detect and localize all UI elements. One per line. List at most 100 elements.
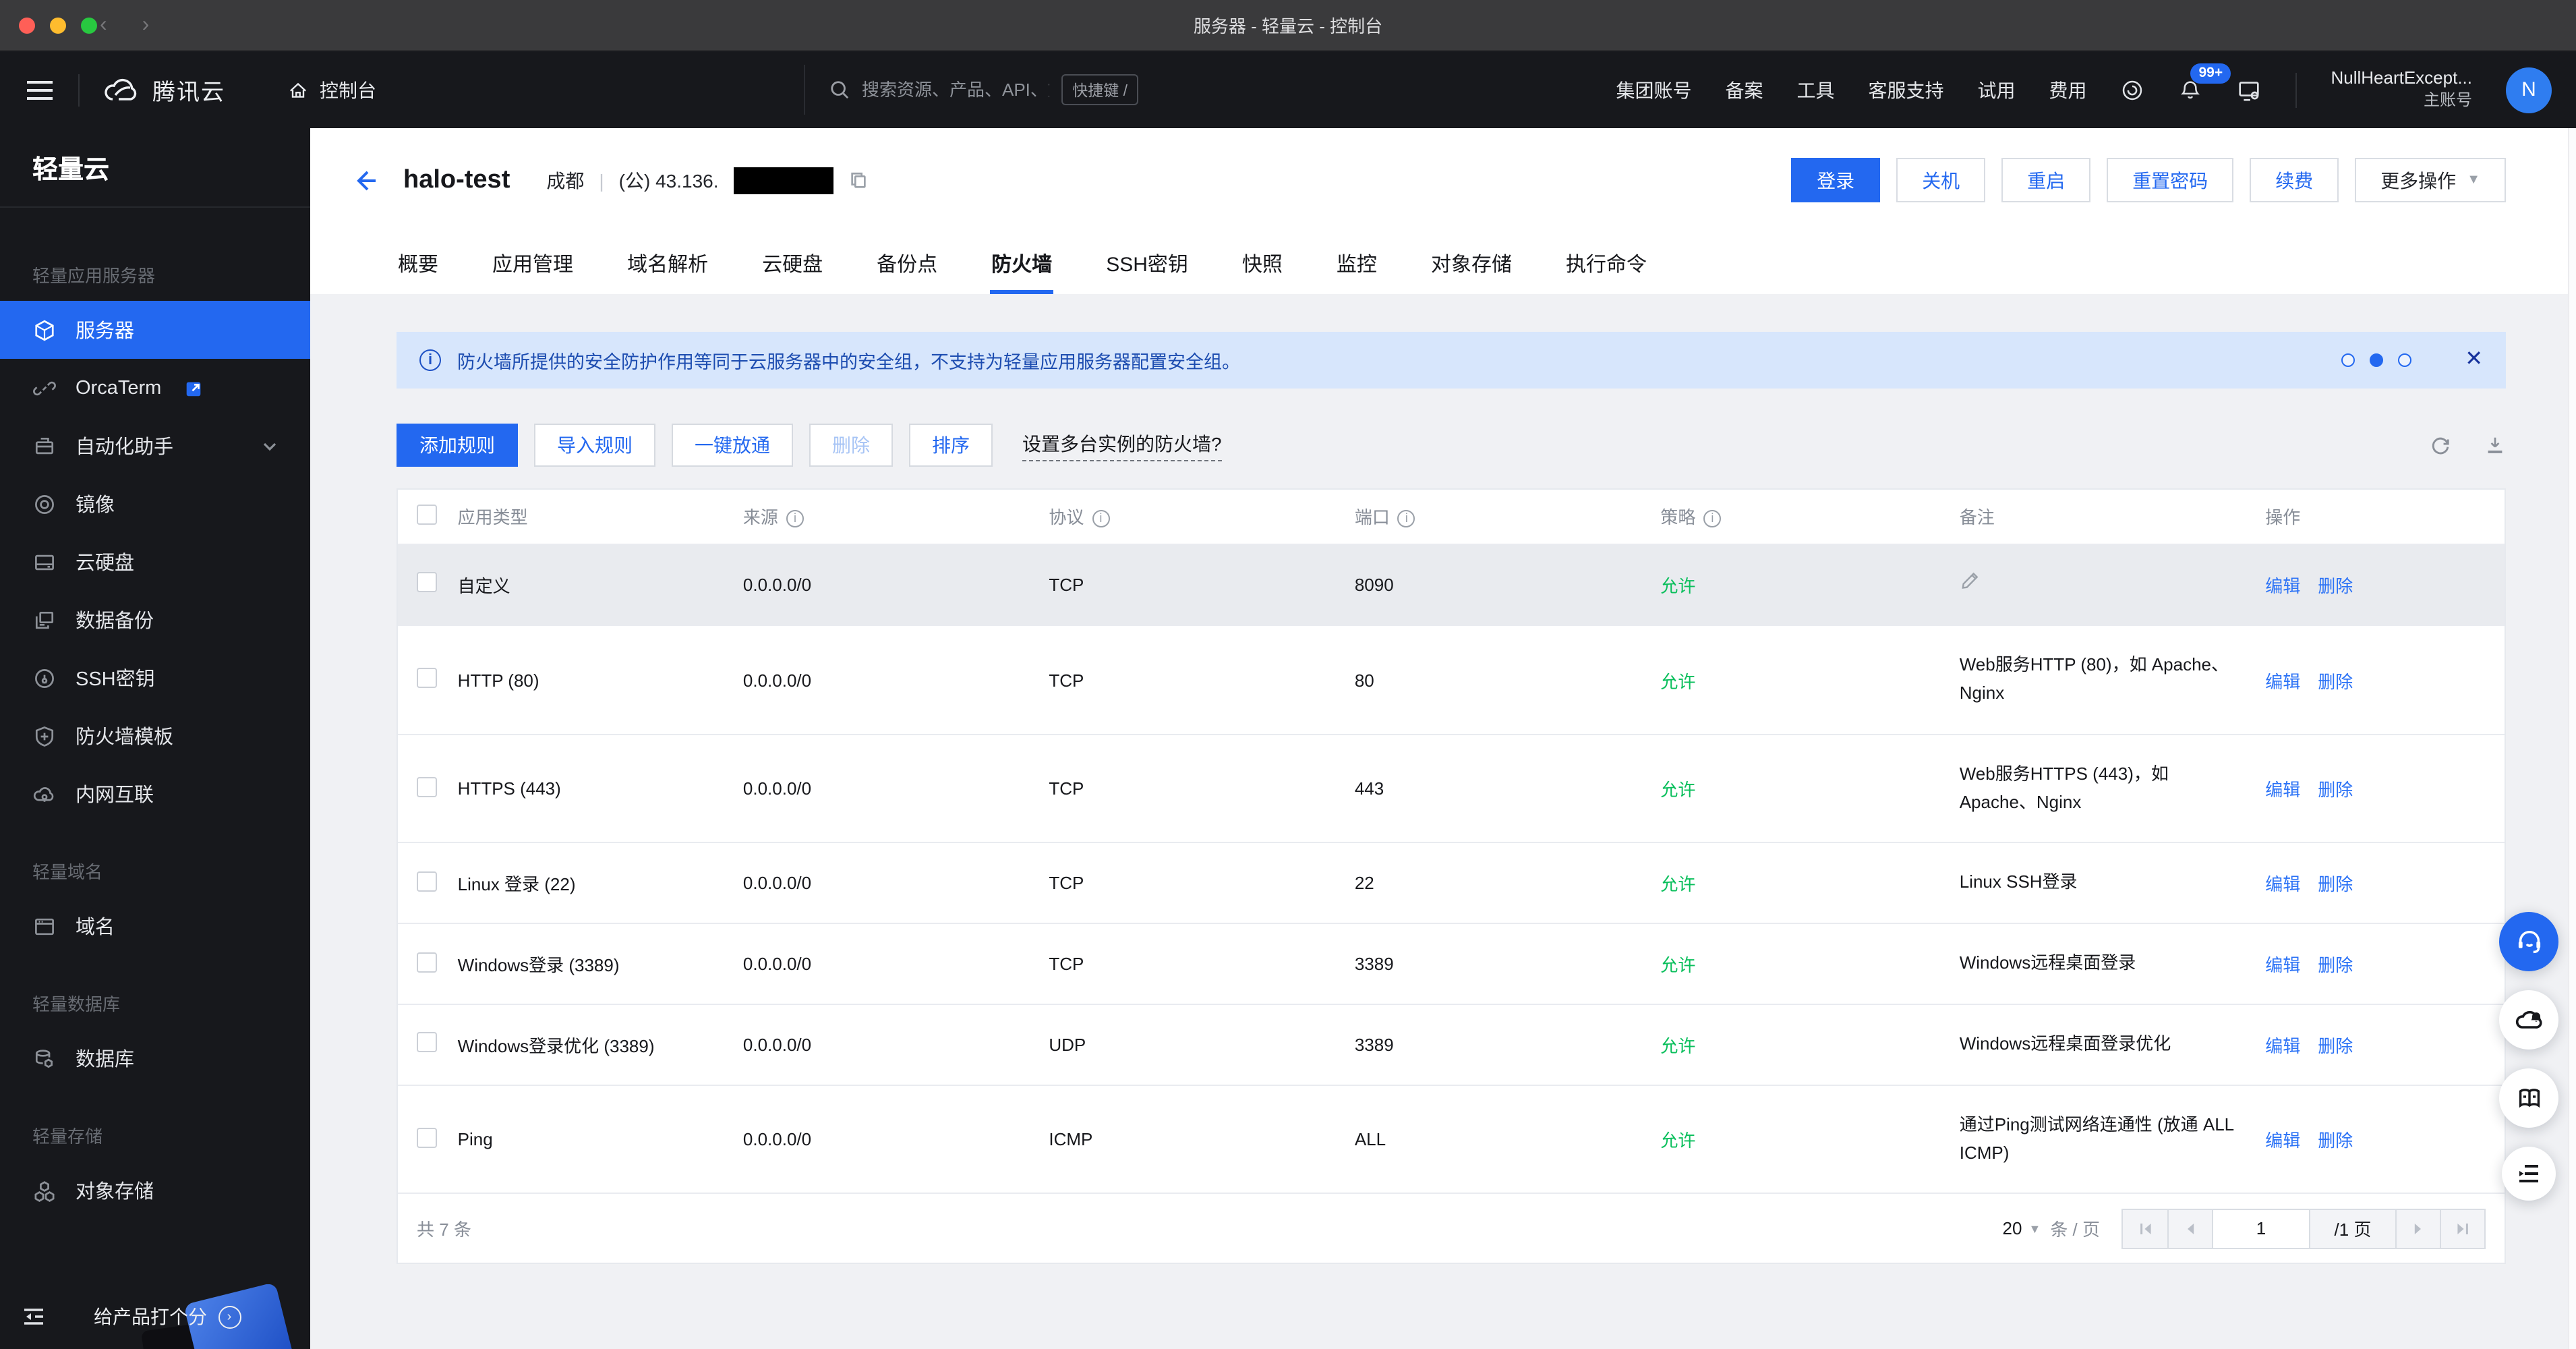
docs-button[interactable] [2499, 1068, 2558, 1128]
info-icon[interactable]: i [1397, 509, 1415, 527]
delete-rule-link[interactable]: 删除 [2318, 1036, 2353, 1056]
close-icon[interactable]: ✕ [2465, 349, 2483, 371]
browser-forward-icon[interactable]: › [142, 13, 150, 37]
avatar[interactable]: N [2506, 67, 2552, 113]
sidebar-item-cloud-disk[interactable]: 云硬盘 [0, 533, 310, 591]
toolbar-button-2[interactable]: 一键放通 [672, 424, 793, 467]
info-icon[interactable]: i [786, 509, 804, 527]
first-page-button[interactable] [2123, 1209, 2167, 1248]
tab-2[interactable]: 域名解析 [626, 232, 709, 294]
survey-button[interactable] [2502, 1147, 2556, 1201]
carousel-dot-1[interactable] [2369, 353, 2383, 367]
edit-rule-link[interactable]: 编辑 [2265, 576, 2300, 596]
account-info[interactable]: NullHeartExcept... 主账号 [2331, 68, 2472, 112]
console-home-link[interactable]: 控制台 [287, 76, 376, 103]
nav-menu-item-4[interactable]: 试用 [1977, 76, 2015, 103]
delete-rule-link[interactable]: 删除 [2318, 875, 2353, 895]
browser-back-icon[interactable]: ‹ [100, 13, 107, 37]
next-page-button[interactable] [2395, 1209, 2440, 1248]
delete-rule-link[interactable]: 删除 [2318, 780, 2353, 800]
sidebar-item-server[interactable]: 服务器 [0, 301, 310, 359]
minimize-window-icon[interactable] [50, 17, 66, 33]
tab-5[interactable]: 防火墙 [990, 232, 1054, 294]
sidebar-item-database[interactable]: 数据库 [0, 1029, 310, 1087]
nav-menu-item-1[interactable]: 备案 [1725, 76, 1763, 103]
last-page-button[interactable] [2440, 1209, 2484, 1248]
toolbar-button-1[interactable]: 导入规则 [534, 424, 655, 467]
delete-rule-link[interactable]: 删除 [2318, 576, 2353, 596]
row-checkbox[interactable] [417, 776, 437, 797]
notifications-button[interactable]: 99+ [2178, 63, 2231, 102]
instance-action-button-3[interactable]: 重置密码 [2107, 158, 2234, 202]
instance-action-button-4[interactable]: 续费 [2250, 158, 2339, 202]
row-checkbox[interactable] [417, 871, 437, 892]
refresh-icon[interactable] [2429, 434, 2452, 457]
edit-rule-link[interactable]: 编辑 [2265, 1130, 2300, 1151]
support-button[interactable] [2499, 912, 2558, 971]
feedback-icon[interactable] [2120, 78, 2144, 102]
edit-rule-link[interactable]: 编辑 [2265, 671, 2300, 691]
sidebar-item-firewall-template[interactable]: 防火墙模板 [0, 707, 310, 765]
prev-page-button[interactable] [2167, 1209, 2212, 1248]
back-button[interactable] [351, 165, 380, 195]
instance-action-button-0[interactable]: 登录 [1791, 158, 1881, 202]
collapse-sidebar-icon[interactable] [22, 1306, 46, 1327]
info-icon[interactable]: i [1703, 509, 1722, 527]
multi-instance-firewall-link[interactable]: 设置多台实例的防火墙? [1022, 430, 1222, 461]
sidebar-item-domain[interactable]: 域名 [0, 897, 310, 955]
tencent-cloud-logo[interactable]: 腾讯云 [103, 73, 225, 107]
delete-rule-link[interactable]: 删除 [2318, 671, 2353, 691]
carousel-dot-0[interactable] [2341, 353, 2355, 367]
row-checkbox[interactable] [417, 1032, 437, 1053]
rate-product-link[interactable]: 给产品打个分 › [94, 1303, 241, 1330]
sidebar-item-vpc-peering[interactable]: 内网互联 [0, 765, 310, 823]
page-size-select[interactable]: 20 [2003, 1219, 2022, 1239]
carousel-dot-2[interactable] [2397, 353, 2411, 367]
products-menu-icon[interactable] [24, 75, 55, 105]
info-icon[interactable]: i [1092, 509, 1110, 527]
maximize-window-icon[interactable] [81, 17, 97, 33]
select-all-checkbox[interactable] [417, 504, 437, 525]
tab-6[interactable]: SSH密钥 [1105, 232, 1190, 294]
edit-rule-link[interactable]: 编辑 [2265, 780, 2300, 800]
sidebar-item-ssh-key[interactable]: SSH密钥 [0, 649, 310, 707]
row-checkbox[interactable] [417, 572, 437, 593]
toolbar-button-0[interactable]: 添加规则 [397, 424, 518, 467]
instance-action-button-2[interactable]: 重启 [2001, 158, 2091, 202]
page-number-input[interactable] [2212, 1209, 2309, 1248]
tab-4[interactable]: 备份点 [875, 232, 939, 294]
nav-menu-item-0[interactable]: 集团账号 [1616, 76, 1691, 103]
delete-rule-link[interactable]: 删除 [2318, 1130, 2353, 1151]
edit-rule-link[interactable]: 编辑 [2265, 955, 2300, 975]
tab-7[interactable]: 快照 [1241, 232, 1284, 294]
edit-remark-icon[interactable] [1960, 570, 1980, 590]
nav-menu-item-3[interactable]: 客服支持 [1868, 76, 1943, 103]
scrollbar-gutter[interactable] [2568, 128, 2576, 1349]
row-checkbox[interactable] [417, 952, 437, 973]
nav-menu-item-5[interactable]: 费用 [2049, 76, 2086, 103]
toolbar-button-4[interactable]: 排序 [909, 424, 993, 467]
tab-0[interactable]: 概要 [397, 232, 440, 294]
search-input[interactable] [862, 80, 1050, 100]
sidebar-item-automation[interactable]: 自动化助手 [0, 417, 310, 475]
tab-3[interactable]: 云硬盘 [761, 232, 824, 294]
tab-10[interactable]: 执行命令 [1564, 232, 1648, 294]
sidebar-item-images[interactable]: 镜像 [0, 475, 310, 533]
edit-rule-link[interactable]: 编辑 [2265, 875, 2300, 895]
row-checkbox[interactable] [417, 1127, 437, 1148]
sidebar-item-orcaterm[interactable]: OrcaTerm [0, 359, 310, 417]
global-search[interactable]: 快捷键 / [804, 65, 1138, 115]
instance-action-button-1[interactable]: 关机 [1896, 158, 1986, 202]
tab-8[interactable]: 监控 [1335, 232, 1378, 294]
download-icon[interactable] [2484, 434, 2506, 457]
tab-9[interactable]: 对象存储 [1430, 232, 1513, 294]
edit-rule-link[interactable]: 编辑 [2265, 1036, 2300, 1056]
window-controls[interactable] [19, 17, 97, 33]
tab-1[interactable]: 应用管理 [491, 232, 575, 294]
nav-menu-item-2[interactable]: 工具 [1796, 76, 1834, 103]
close-window-icon[interactable] [19, 17, 35, 33]
console-settings-icon[interactable] [2236, 77, 2262, 103]
toolbar-button-3[interactable]: 删除 [809, 424, 893, 467]
delete-rule-link[interactable]: 删除 [2318, 955, 2353, 975]
sidebar-item-object-storage[interactable]: 对象存储 [0, 1161, 310, 1219]
